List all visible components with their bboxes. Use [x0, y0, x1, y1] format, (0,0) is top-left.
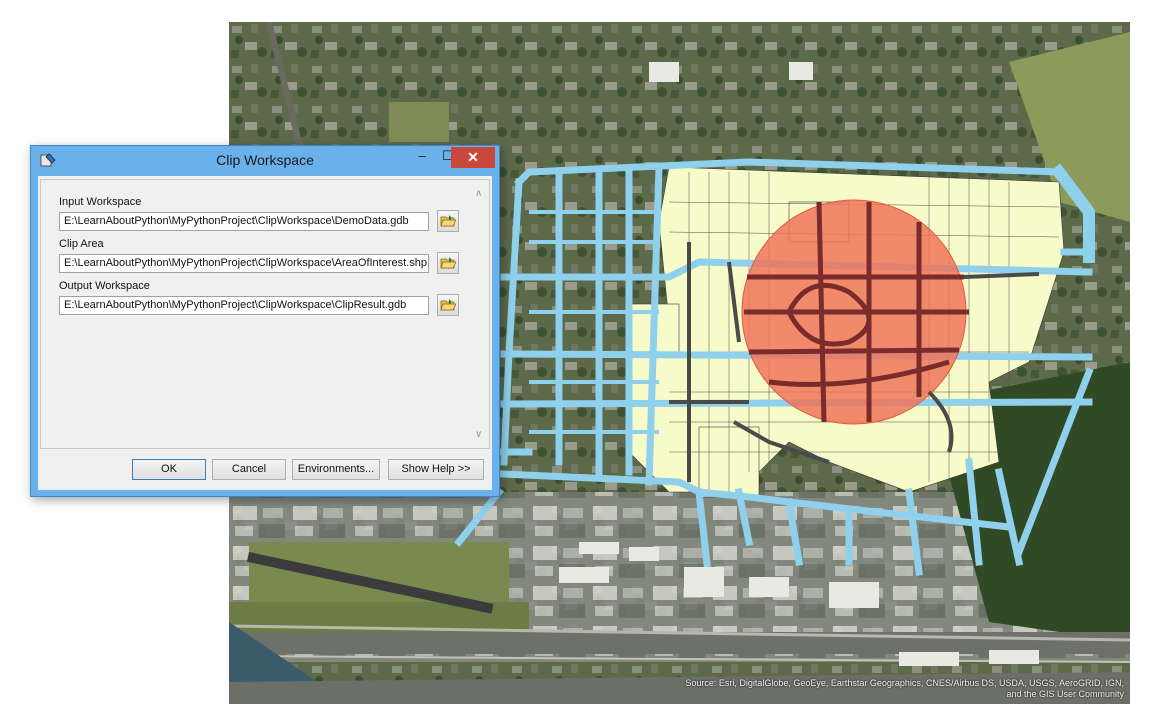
title-bar[interactable]: Clip Workspace – ☐ ✕ [31, 146, 499, 175]
minimize-icon[interactable]: – [409, 146, 435, 166]
dialog-client: Input Workspace E:\LearnAboutPython\MyPy… [38, 176, 492, 490]
scroll-up-icon[interactable]: ∧ [475, 188, 482, 199]
browse-input-workspace-button[interactable] [437, 210, 459, 232]
ok-button[interactable]: OK [132, 459, 206, 480]
output-workspace-label: Output Workspace [59, 280, 150, 292]
browse-output-workspace-button[interactable] [437, 294, 459, 316]
clip-area-field[interactable]: E:\LearnAboutPython\MyPythonProject\Clip… [59, 254, 429, 273]
folder-open-icon [440, 299, 456, 311]
folder-open-icon [440, 257, 456, 269]
clip-workspace-dialog[interactable]: Clip Workspace – ☐ ✕ Input Workspace E:\… [30, 145, 500, 497]
browse-clip-area-button[interactable] [437, 252, 459, 274]
parameters-scrollbar[interactable]: ∧ ∨ [471, 180, 489, 448]
input-workspace-field[interactable]: E:\LearnAboutPython\MyPythonProject\Clip… [59, 212, 429, 231]
folder-open-icon [440, 215, 456, 227]
close-icon[interactable]: ✕ [451, 147, 495, 168]
show-help-button[interactable]: Show Help >> [388, 459, 484, 480]
input-workspace-label: Input Workspace [59, 196, 142, 208]
cancel-button[interactable]: Cancel [212, 459, 286, 480]
clip-area-label: Clip Area [59, 238, 104, 250]
environments-button[interactable]: Environments... [292, 459, 380, 480]
scroll-down-icon[interactable]: ∨ [475, 429, 482, 440]
parameters-panel: Input Workspace E:\LearnAboutPython\MyPy… [40, 179, 490, 449]
map-attribution: Source: Esri, DigitalGlobe, GeoEye, Eart… [685, 678, 1124, 699]
output-workspace-field[interactable]: E:\LearnAboutPython\MyPythonProject\Clip… [59, 296, 429, 315]
